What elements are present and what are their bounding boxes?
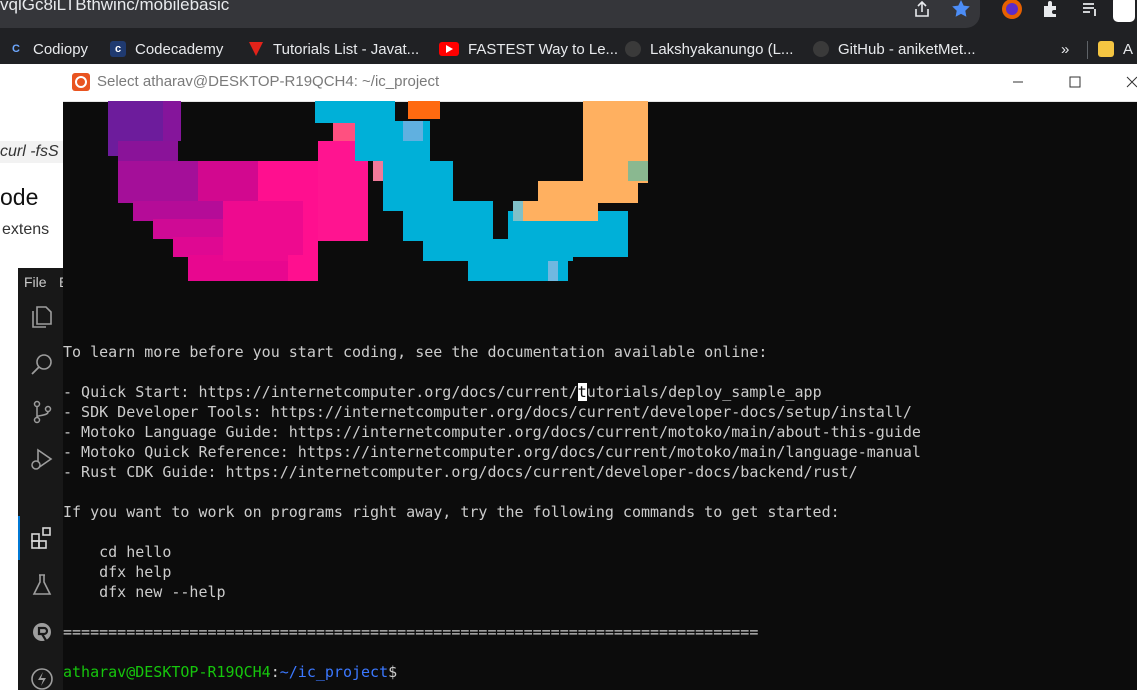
terminal-output[interactable]: To learn more before you start coding, s… (63, 101, 1137, 690)
remote-explorer-icon[interactable] (27, 618, 57, 648)
source-control-icon[interactable] (27, 397, 57, 427)
background-heading: ode (0, 184, 39, 210)
background-text: extens (2, 221, 50, 238)
activity-bar (18, 298, 66, 690)
terminal-line: If you want to work on programs right aw… (63, 503, 840, 521)
line-text: - Quick Start: https://internetcomputer.… (63, 383, 578, 401)
javatpoint-icon (248, 41, 264, 57)
address-text: vqlGc8iLTBthwinc/mobilebasic (0, 0, 230, 14)
bookmark-codiopy[interactable]: C Codiopy (8, 38, 88, 60)
explorer-icon[interactable] (27, 302, 57, 332)
close-button[interactable] (1109, 64, 1137, 100)
terminal-line-quick-start: - Quick Start: https://internetcomputer.… (63, 382, 822, 402)
firefox-extension-icon[interactable] (999, 0, 1025, 22)
prompt-symbol: $ (388, 663, 398, 681)
github-icon (625, 41, 641, 57)
terminal-titlebar[interactable]: Select atharav@DESKTOP-R19QCH4: ~/ic_pro… (63, 64, 1137, 102)
reading-list-icon[interactable] (1077, 0, 1103, 22)
text-cursor: t (577, 383, 587, 401)
terminal-separator: ========================================… (63, 623, 759, 641)
background-code-snippet: curl -fsS (0, 141, 68, 163)
testing-flask-icon[interactable] (27, 570, 57, 600)
bookmark-label: Lakshyakanungo (L... (650, 40, 794, 58)
terminal-line: - Motoko Quick Reference: https://intern… (63, 443, 921, 461)
menu-file[interactable]: File (24, 274, 47, 290)
terminal-line: - SDK Developer Tools: https://internetc… (63, 403, 912, 421)
bookmark-javatpoint[interactable]: Tutorials List - Javat... (248, 38, 419, 60)
shell-prompt[interactable]: atharav@DESKTOP-R19QCH4:~/ic_project$ (63, 662, 397, 682)
bookmark-lakshyakanungo[interactable]: Lakshyakanungo (L... (625, 38, 793, 60)
prompt-path: ~/ic_project (279, 663, 389, 681)
youtube-icon (439, 42, 459, 56)
terminal-window: Select atharav@DESKTOP-R19QCH4: ~/ic_pro… (63, 64, 1137, 690)
bookmark-label: GitHub - aniketMet... (838, 40, 976, 58)
bookmark-youtube[interactable]: FASTEST Way to Le... (439, 38, 618, 60)
terminal-line: To learn more before you start coding, s… (63, 343, 768, 361)
ubuntu-icon (72, 73, 90, 91)
bookmark-label: Codiopy (33, 40, 89, 58)
search-icon[interactable] (27, 350, 57, 380)
folder-icon (1098, 41, 1114, 57)
address-bar[interactable]: vqlGc8iLTBthwinc/mobilebasic (0, 0, 980, 28)
profile-square-icon[interactable] (1113, 0, 1135, 22)
maximize-button[interactable] (1052, 64, 1098, 100)
vscode-menubar: File E (18, 268, 68, 298)
codecademy-icon: c (110, 41, 126, 57)
vscode-window: File E (18, 268, 68, 690)
dfinity-infinity-logo (108, 101, 648, 281)
terminal-line: cd hello (63, 543, 172, 561)
bookmark-label: FASTEST Way to Le... (468, 40, 619, 58)
bookmark-label: Codecademy (135, 40, 224, 58)
active-indicator (18, 516, 20, 560)
overflow-chevron-icon: » (1061, 40, 1070, 58)
terminal-line: dfx help (63, 563, 172, 581)
browser-toolbar: vqlGc8iLTBthwinc/mobilebasic (0, 0, 1137, 33)
bookmarks-bar: C Codiopy c Codecademy Tutorials List - … (0, 33, 1137, 64)
window-title: Select atharav@DESKTOP-R19QCH4: ~/ic_pro… (97, 73, 440, 90)
run-debug-icon[interactable] (27, 444, 57, 474)
bookmark-folder[interactable]: A (1098, 38, 1133, 60)
terminal-line: - Rust CDK Guide: https://internetcomput… (63, 463, 858, 481)
extensions-icon[interactable] (27, 523, 57, 553)
extensions-puzzle-icon[interactable] (1038, 0, 1064, 22)
terminal-line: dfx new --help (63, 583, 226, 601)
bookmark-star-icon[interactable] (948, 0, 974, 22)
codiopy-icon: C (12, 43, 20, 55)
bookmarks-overflow-button[interactable]: » (1061, 38, 1069, 60)
bookmark-github-aniket[interactable]: GitHub - aniketMet... (813, 38, 976, 60)
github-icon (813, 41, 829, 57)
bookmark-divider (1087, 41, 1088, 59)
prompt-user-host: atharav@DESKTOP-R19QCH4 (63, 663, 271, 681)
bookmark-codecademy[interactable]: c Codecademy (110, 38, 223, 60)
minimize-button[interactable] (995, 64, 1041, 100)
bookmark-label: Tutorials List - Javat... (273, 40, 420, 58)
share-icon[interactable] (909, 0, 935, 22)
bookmark-label: A (1123, 40, 1134, 58)
prompt-separator: : (270, 663, 280, 681)
line-text: utorials/deploy_sample_app (586, 383, 822, 401)
terminal-line: - Motoko Language Guide: https://interne… (63, 423, 921, 441)
